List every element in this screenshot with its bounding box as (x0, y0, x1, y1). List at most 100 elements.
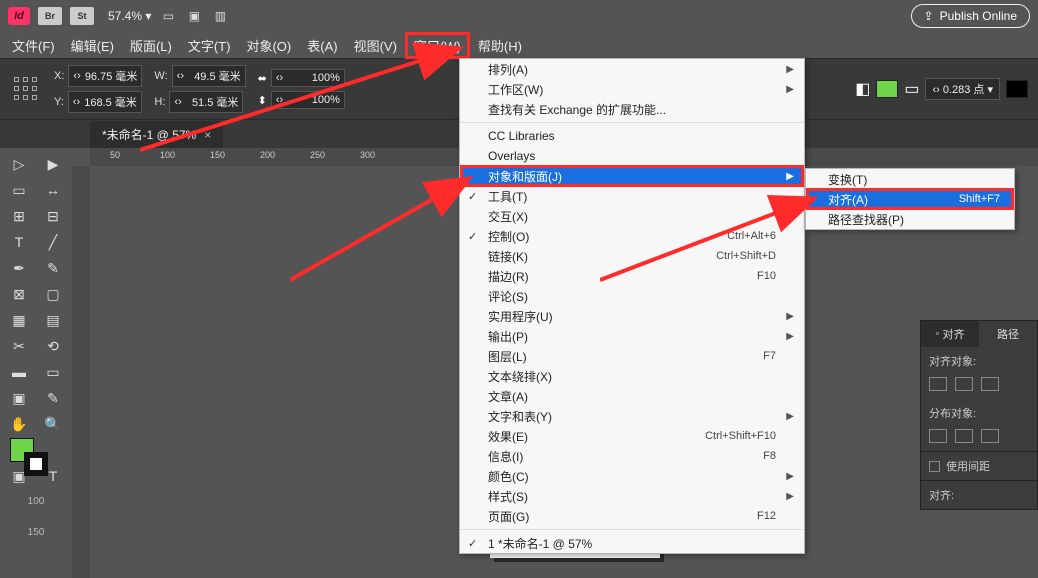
reference-point[interactable] (10, 75, 42, 103)
align-left-icon[interactable] (929, 377, 947, 391)
free-transform-tool-icon[interactable]: ⟲ (38, 334, 68, 358)
eyedropper-tool-icon[interactable]: ✎ (38, 386, 68, 410)
app-logo-icon: Id (8, 7, 30, 25)
menu-bar: 文件(F) 编辑(E) 版面(L) 文字(T) 对象(O) 表(A) 视图(V)… (0, 32, 1038, 58)
menuitem-article[interactable]: 文章(A) (460, 386, 804, 406)
align-panel: ◦对齐 路径 对齐对象: 分布对象: 使用间距 对齐: (920, 320, 1038, 510)
distribute-top-icon[interactable] (929, 429, 947, 443)
menuitem-tools[interactable]: ✓工具(T) (460, 186, 804, 206)
align-objects-label: 对齐对象: (921, 347, 1037, 375)
type-tool-icon[interactable]: T (4, 230, 34, 254)
page-tool-icon[interactable]: ▭ (4, 178, 34, 202)
menuitem-document-1[interactable]: ✓1 *未命名-1 @ 57% (460, 533, 804, 553)
y-field[interactable]: ‹›168.5 毫米 (68, 91, 142, 113)
scale-y-field[interactable]: ‹›100% (271, 91, 345, 109)
close-icon[interactable]: × (204, 128, 211, 142)
menu-table[interactable]: 表(A) (299, 32, 345, 59)
bridge-icon[interactable]: Br (38, 7, 62, 25)
menuitem-layers[interactable]: 图层(L)F7 (460, 346, 804, 366)
fill-proxy-icon[interactable]: ◧ (855, 79, 870, 99)
use-spacing-checkbox[interactable] (929, 461, 940, 472)
arrange-icon[interactable]: ▥ (211, 7, 229, 25)
zoom-level[interactable]: 57.4% ▾ (108, 9, 151, 23)
stroke-weight-field[interactable]: ‹› 0.283 点 ▾ (925, 78, 1000, 100)
stroke-style-icon[interactable]: ▭ (904, 79, 919, 99)
content-collector-icon[interactable]: ⊞ (4, 204, 34, 228)
gradient-feather-tool-icon[interactable]: ▭ (38, 360, 68, 384)
content-placer-icon[interactable]: ⊟ (38, 204, 68, 228)
scale-x-field[interactable]: ‹›100% (271, 69, 345, 87)
ellipse-tool-icon[interactable]: ▤ (38, 308, 68, 332)
stock-icon[interactable]: St (70, 7, 94, 25)
fill-swatch[interactable] (876, 80, 898, 98)
align-panel-tab-align[interactable]: ◦对齐 (921, 321, 979, 347)
menu-object[interactable]: 对象(O) (238, 32, 299, 59)
zoom-tool-icon[interactable]: 🔍 (38, 412, 68, 436)
fill-stroke-swatch[interactable] (4, 438, 68, 480)
menuitem-overlays[interactable]: Overlays (460, 146, 804, 166)
line-tool-icon[interactable]: ╱ (38, 230, 68, 254)
menuitem-object-layout[interactable]: 对象和版面(J)▶ (460, 166, 804, 186)
document-tab[interactable]: *未命名-1 @ 57% × (90, 121, 223, 148)
submenu-pathfinder[interactable]: 路径查找器(P) (806, 209, 1014, 229)
menuitem-styles[interactable]: 样式(S)▶ (460, 486, 804, 506)
publish-online-button[interactable]: ⇪ Publish Online (911, 4, 1030, 28)
menuitem-control[interactable]: ✓控制(O)Ctrl+Alt+6 (460, 226, 804, 246)
rectangle-frame-tool-icon[interactable]: ⊠ (4, 282, 34, 306)
x-label: X: (54, 70, 64, 82)
stroke-swatch[interactable] (1006, 80, 1028, 98)
menu-edit[interactable]: 编辑(E) (63, 32, 122, 59)
h-field[interactable]: ‹›51.5 毫米 (169, 91, 243, 113)
menu-window[interactable]: 窗口(W) (405, 32, 470, 59)
app-bar: Id Br St 57.4% ▾ ▭ ▣ ▥ ⇪ Publish Online (0, 0, 1038, 32)
submenu-transform[interactable]: 变换(T) (806, 169, 1014, 189)
menuitem-textwrap[interactable]: 文本绕排(X) (460, 366, 804, 386)
menuitem-workspace[interactable]: 工作区(W)▶ (460, 79, 804, 99)
menuitem-color[interactable]: 颜色(C)▶ (460, 466, 804, 486)
hand-tool-icon[interactable]: ✋ (4, 412, 34, 436)
menuitem-output[interactable]: 输出(P)▶ (460, 326, 804, 346)
scissors-tool-icon[interactable]: ✂ (4, 334, 34, 358)
y-label: Y: (54, 96, 64, 108)
h-label: H: (154, 96, 165, 108)
menuitem-exchange[interactable]: 查找有关 Exchange 的扩展功能... (460, 99, 804, 119)
menuitem-interactive[interactable]: 交互(X)▶ (460, 206, 804, 226)
view-options-icon[interactable]: ▭ (159, 7, 177, 25)
align-right-icon[interactable] (981, 377, 999, 391)
direct-selection-tool-icon[interactable]: ▶ (38, 152, 68, 176)
distribute-bottom-icon[interactable] (981, 429, 999, 443)
menuitem-cc-libraries[interactable]: CC Libraries (460, 126, 804, 146)
menuitem-effects[interactable]: 效果(E)Ctrl+Shift+F10 (460, 426, 804, 446)
menuitem-type-and-table[interactable]: 文字和表(Y)▶ (460, 406, 804, 426)
menuitem-stroke[interactable]: 描边(R)F10 (460, 266, 804, 286)
menuitem-pages[interactable]: 页面(G)F12 (460, 506, 804, 526)
menu-layout[interactable]: 版面(L) (122, 32, 180, 59)
object-layout-submenu: 变换(T) 对齐(A)Shift+F7 路径查找器(P) (805, 168, 1015, 230)
pencil-tool-icon[interactable]: ✎ (38, 256, 68, 280)
pen-tool-icon[interactable]: ✒ (4, 256, 34, 280)
rectangle-tool-icon[interactable]: ▢ (38, 282, 68, 306)
align-hcenter-icon[interactable] (955, 377, 973, 391)
selection-tool-icon[interactable]: ▷ (4, 152, 34, 176)
align-to-label: 对齐: (929, 487, 954, 503)
menuitem-links[interactable]: 链接(K)Ctrl+Shift+D (460, 246, 804, 266)
menuitem-review[interactable]: 评论(S) (460, 286, 804, 306)
distribute-vcenter-icon[interactable] (955, 429, 973, 443)
menu-view[interactable]: 视图(V) (346, 32, 405, 59)
vertical-ruler (72, 166, 90, 578)
x-field[interactable]: ‹›96.75 毫米 (68, 65, 142, 87)
menu-type[interactable]: 文字(T) (180, 32, 239, 59)
menu-help[interactable]: 帮助(H) (470, 32, 530, 59)
menu-file[interactable]: 文件(F) (4, 32, 63, 59)
align-panel-tab-pathfinder[interactable]: 路径 (979, 321, 1037, 347)
submenu-align[interactable]: 对齐(A)Shift+F7 (806, 189, 1014, 209)
menuitem-arrange[interactable]: 排列(A)▶ (460, 59, 804, 79)
screen-mode-icon[interactable]: ▣ (185, 7, 203, 25)
menuitem-utilities[interactable]: 实用程序(U)▶ (460, 306, 804, 326)
menuitem-info[interactable]: 信息(I)F8 (460, 446, 804, 466)
note-tool-icon[interactable]: ▣ (4, 386, 34, 410)
gap-tool-icon[interactable]: ↔ (38, 178, 68, 202)
gradient-swatch-tool-icon[interactable]: ▬ (4, 360, 34, 384)
polygon-frame-tool-icon[interactable]: ▦ (4, 308, 34, 332)
w-field[interactable]: ‹›49.5 毫米 (172, 65, 246, 87)
